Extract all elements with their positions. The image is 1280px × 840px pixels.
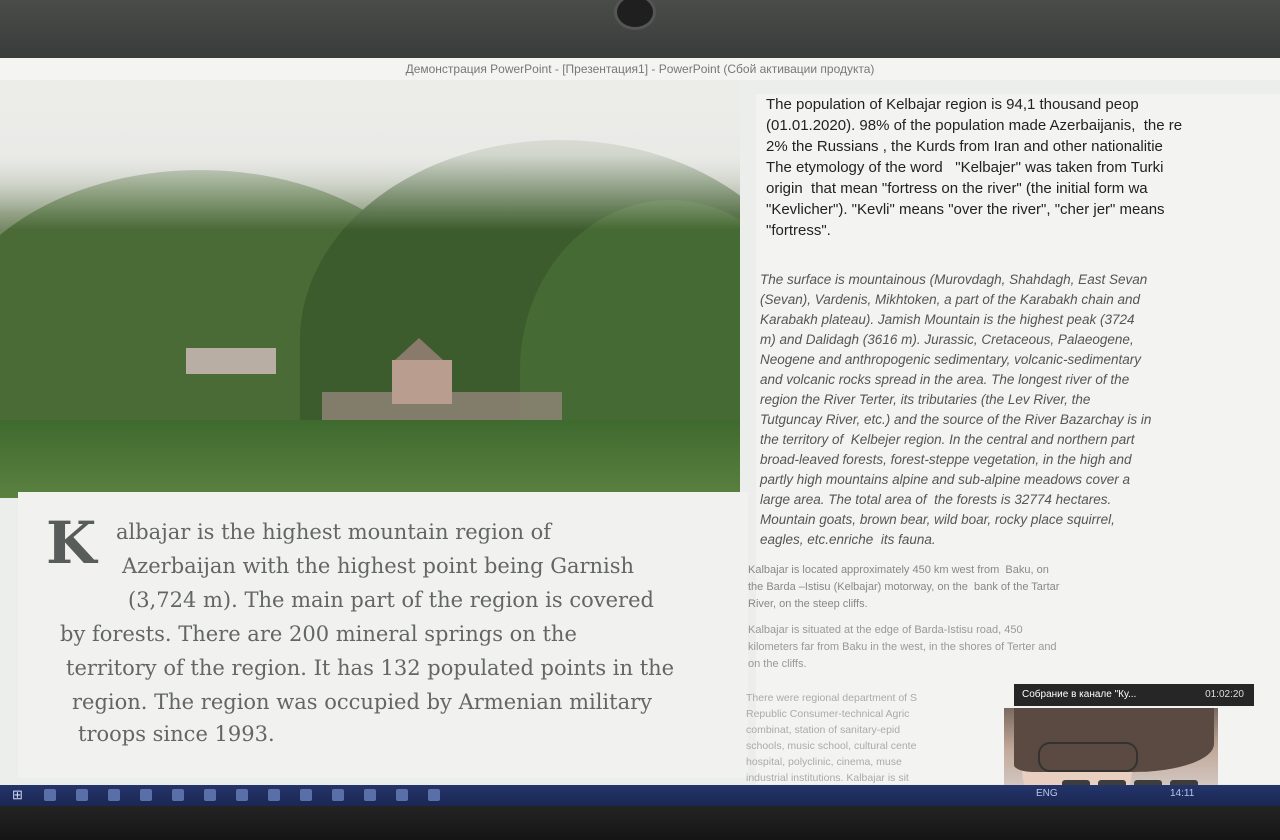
monitor-bezel-top [0,0,1280,58]
app-icon[interactable] [204,789,216,801]
taskbar-clock[interactable]: 14:11 [1170,788,1194,799]
call-title-bar[interactable]: Собрание в канале "Ку... 01:02:20 [1014,684,1254,706]
app-icon[interactable] [332,789,344,801]
lead-line: by forests. There are 200 mineral spring… [60,622,577,646]
lead-line: region. The region was occupied by Armen… [72,690,653,714]
taskbar: ⊞ ENG 14:11 [0,785,1280,806]
slide: K albajar is the highest mountain region… [0,80,1280,806]
monitor-bezel-bottom [0,806,1280,840]
app-icon[interactable] [396,789,408,801]
lead-line: territory of the region. It has 132 popu… [66,656,675,680]
lead-line: (3,724 m). The main part of the region i… [128,588,654,612]
surface-paragraph: The surface is mountainous (Murovdagh, S… [760,272,1152,547]
lead-line: albajar is the highest mountain region o… [116,520,552,544]
population-paragraph: The population of Kelbajar region is 94,… [766,96,1183,239]
search-icon[interactable] [44,789,56,801]
webcam-icon [614,0,656,30]
window-title: Демонстрация PowerPoint - [Презентация1]… [0,58,1280,81]
drop-cap: K [46,509,97,577]
app-icon[interactable] [428,789,440,801]
app-icon[interactable] [300,789,312,801]
lead-text-card: K albajar is the highest mountain region… [18,492,748,778]
institutions-paragraph: There were regional department of S Repu… [746,692,918,784]
app-icon[interactable] [108,789,120,801]
windows-start-icon[interactable]: ⊞ [12,787,23,803]
call-timer: 01:02:20 [1205,689,1244,700]
lead-line: Azerbaijan with the highest point being … [122,554,635,578]
situation-paragraph: Kalbajar is situated at the edge of Bard… [748,624,1057,670]
app-icon[interactable] [172,789,184,801]
call-title: Собрание в канале "Ку... [1022,689,1137,700]
task-view-icon[interactable] [76,789,88,801]
language-indicator[interactable]: ENG [1036,788,1058,799]
info-column: The population of Kelbajar region is 94,… [746,94,1280,784]
app-icon[interactable] [140,789,152,801]
monastery-photo [0,80,740,498]
screen: Демонстрация PowerPoint - [Презентация1]… [0,58,1280,806]
app-icon[interactable] [364,789,376,801]
lead-line: troops since 1993. [78,722,275,746]
app-icon[interactable] [236,789,248,801]
app-icon[interactable] [268,789,280,801]
location-paragraph: Kalbajar is located approximately 450 km… [748,564,1060,610]
